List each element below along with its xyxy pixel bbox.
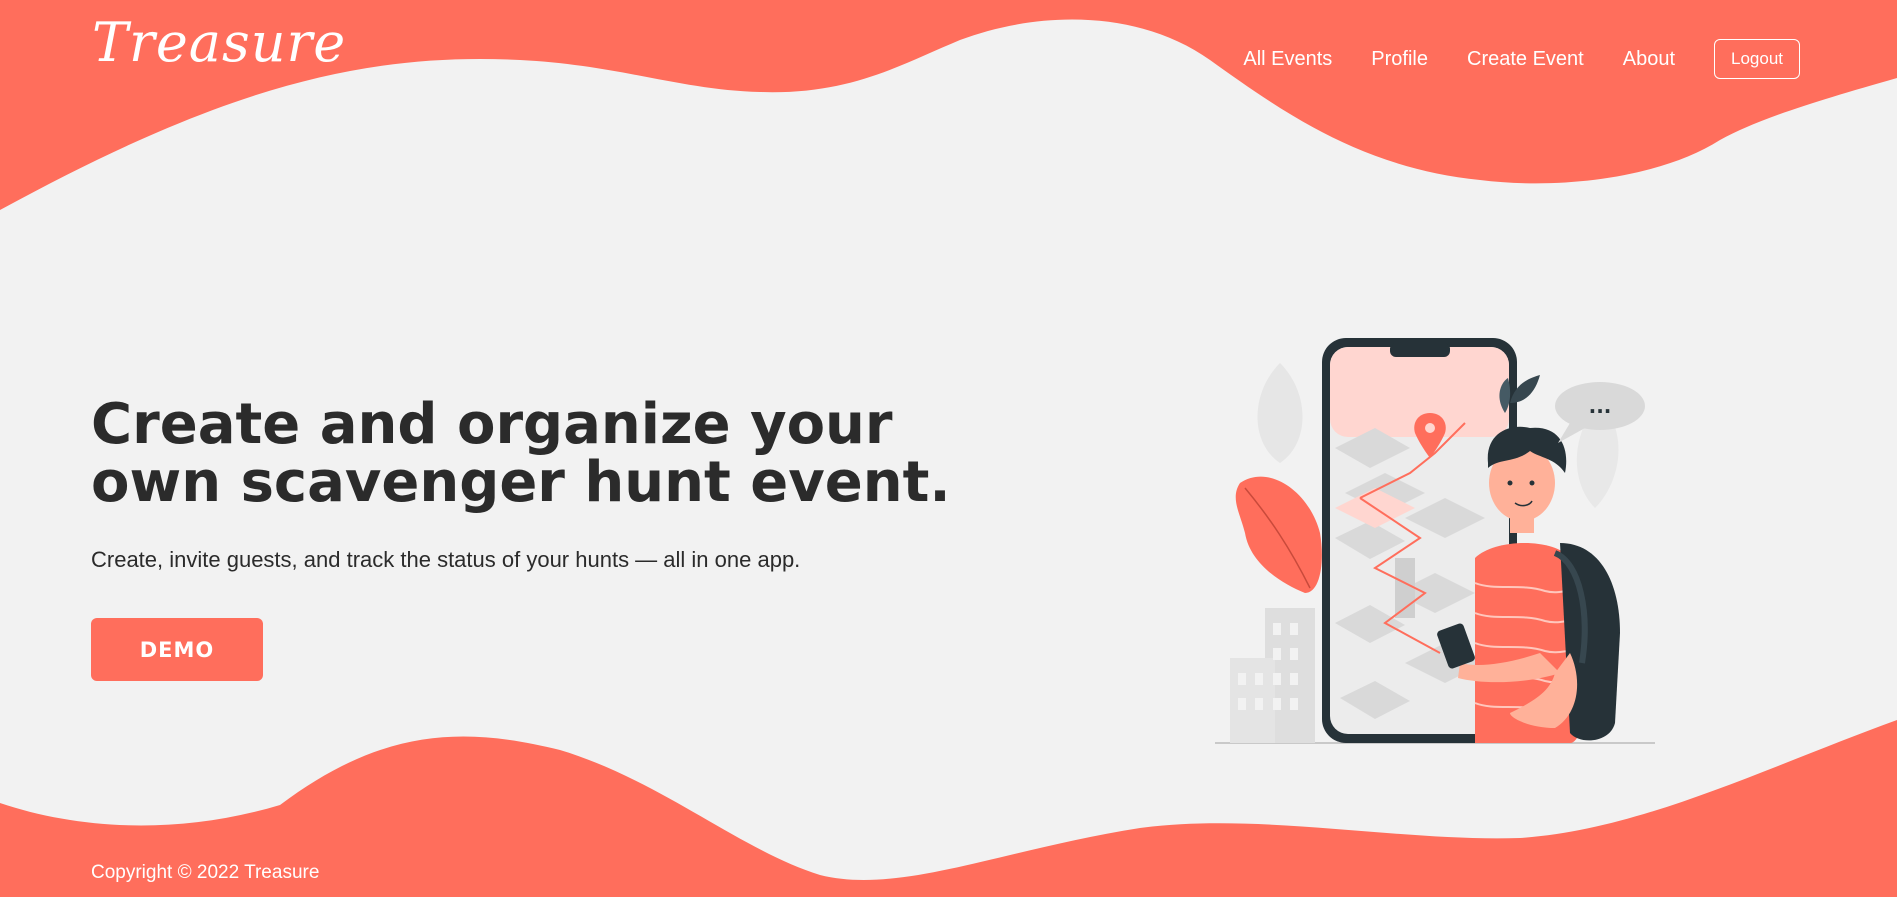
- copyright-text: Copyright © 2022 Treasure: [91, 862, 320, 883]
- hero-title: Create and organize your own scavenger h…: [91, 392, 951, 515]
- hero-illustration: ...: [1215, 338, 1655, 744]
- logo[interactable]: Treasure: [92, 16, 346, 70]
- nav-create-event[interactable]: Create Event: [1467, 48, 1584, 71]
- main-nav: All Events Profile Create Event About Lo…: [1204, 39, 1800, 79]
- hero-subtitle: Create, invite guests, and track the sta…: [91, 547, 801, 572]
- nav-all-events[interactable]: All Events: [1243, 48, 1332, 71]
- nav-about[interactable]: About: [1623, 48, 1675, 71]
- logout-button[interactable]: Logout: [1714, 39, 1800, 79]
- speech-bubble-text: ...: [1589, 394, 1612, 418]
- nav-profile[interactable]: Profile: [1371, 48, 1428, 71]
- demo-button[interactable]: DEMO: [91, 618, 263, 681]
